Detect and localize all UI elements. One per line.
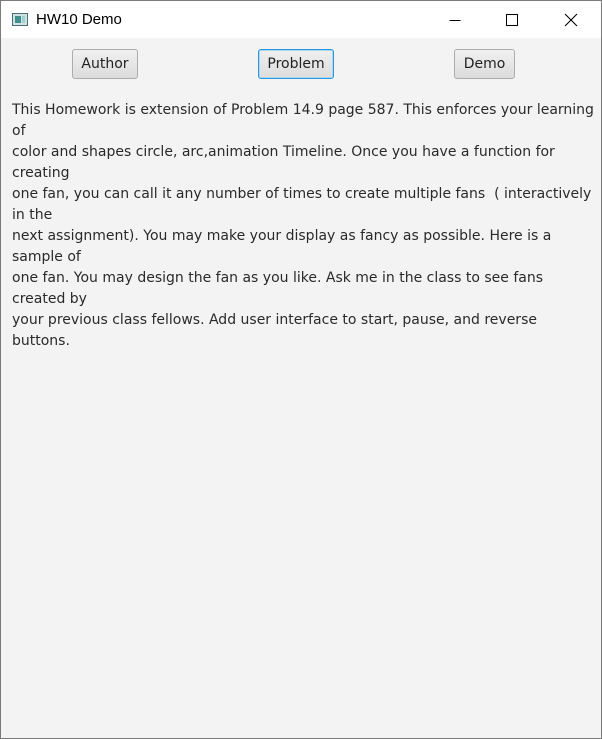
description-line: one fan, you can call it any number of t…: [12, 186, 596, 223]
author-button[interactable]: Author: [72, 49, 138, 79]
app-window: HW10 Demo Author Problem Demo This Homew…: [0, 0, 602, 739]
demo-button[interactable]: Demo: [454, 49, 515, 79]
window-title: HW10 Demo: [36, 11, 122, 28]
maximize-icon: [506, 13, 518, 26]
problem-description: This Homework is extension of Problem 14…: [12, 100, 594, 352]
close-button[interactable]: [548, 1, 594, 38]
description-line: one fan. You may design the fan as you l…: [12, 270, 548, 307]
minimize-button[interactable]: [432, 1, 478, 38]
description-line: color and shapes circle, arc,animation T…: [12, 144, 560, 181]
description-line: This Homework is extension of Problem 14…: [12, 102, 599, 139]
problem-button[interactable]: Problem: [258, 49, 334, 79]
title-bar[interactable]: HW10 Demo: [1, 1, 601, 38]
java-app-icon: [12, 13, 28, 26]
minimize-icon: [449, 19, 461, 21]
description-line: your previous class fellows. Add user in…: [12, 312, 542, 349]
description-line: next assignment). You may make your disp…: [12, 228, 556, 265]
maximize-button[interactable]: [489, 1, 535, 38]
close-icon: [564, 13, 578, 26]
